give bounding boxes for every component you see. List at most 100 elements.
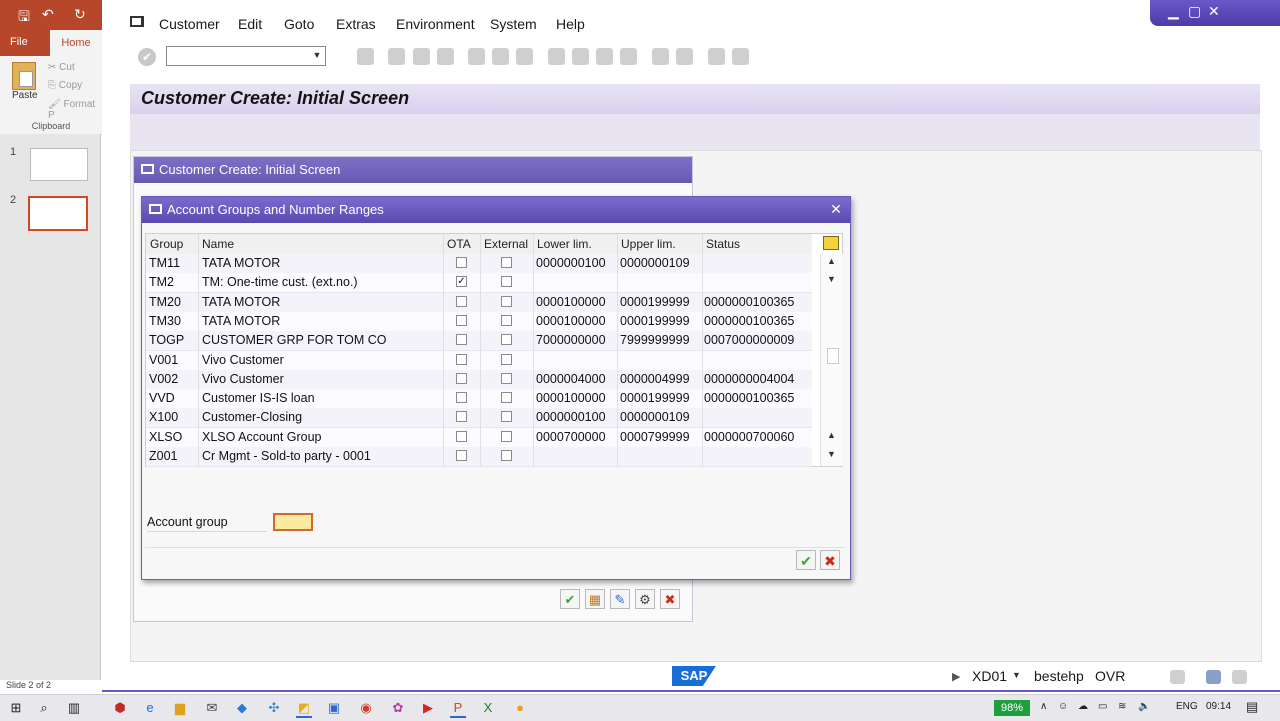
column-header-lower-limit[interactable]: Lower lim. [537, 237, 592, 251]
ota-checkbox[interactable] [456, 430, 467, 442]
table-row[interactable]: TOGP CUSTOMER GRP FOR TOM CO 7000000000 799… [146, 331, 812, 352]
scrollbar-thumb[interactable] [827, 348, 839, 364]
external-checkbox[interactable] [501, 411, 512, 423]
scroll-up-icon[interactable]: ▲ [827, 256, 836, 266]
find-icon[interactable] [492, 48, 509, 65]
ota-checkbox[interactable] [456, 314, 467, 326]
edit-icon[interactable]: ✎ [610, 589, 630, 609]
chevron-down-icon[interactable]: ▼ [310, 46, 324, 64]
menu-extras[interactable]: Extras [336, 16, 376, 32]
table-row[interactable]: TM30 TATA MOTOR 0000100000 0000199999 000000… [146, 311, 812, 332]
external-checkbox[interactable] [501, 276, 512, 288]
cancel-icon[interactable]: ✖ [660, 589, 680, 609]
save-icon[interactable] [357, 48, 374, 65]
column-header-external[interactable]: External [484, 237, 528, 251]
excel-icon[interactable]: X [480, 700, 496, 716]
cancel-button[interactable]: ✖ [820, 550, 840, 570]
chrome-icon[interactable]: ◉ [358, 700, 374, 716]
table-row[interactable]: TM20 TATA MOTOR 0000100000 0000199999 000000… [146, 292, 812, 313]
previous-page-icon[interactable] [572, 48, 589, 65]
slide-thumbnail-2[interactable] [28, 196, 88, 231]
continue-button[interactable]: ✔ [796, 550, 816, 570]
menu-help[interactable]: Help [556, 16, 585, 32]
ota-checkbox[interactable] [456, 411, 467, 423]
youtube-icon[interactable]: ▶ [420, 700, 436, 716]
table-row[interactable]: XLSO XLSO Account Group 0000700000 00007999… [146, 427, 812, 448]
column-header-ota[interactable]: OTA [447, 237, 471, 251]
edge-icon[interactable]: e [142, 700, 158, 716]
shortcut-icon[interactable] [676, 48, 693, 65]
tab-file[interactable]: File [10, 36, 28, 48]
external-checkbox[interactable] [501, 334, 512, 346]
wifi-icon[interactable]: ≋ [1118, 701, 1126, 712]
insert-mode[interactable]: OVR [1095, 668, 1125, 684]
layout-icon[interactable] [1232, 670, 1247, 684]
mail-icon[interactable]: ✉ [204, 700, 220, 716]
table-row[interactable]: V002 Vivo Customer 0000004000 0000004999 000… [146, 369, 812, 390]
scroll-down-icon[interactable]: ▼ [827, 274, 836, 284]
maximize-icon[interactable]: ▢ [1188, 3, 1201, 20]
sap-logon-icon[interactable]: ◩ [296, 700, 312, 718]
cut-button[interactable]: ✂ Cut [48, 62, 75, 73]
shield-icon[interactable]: ⬢ [112, 700, 128, 716]
windows-start-icon[interactable]: ⊞ [8, 700, 24, 716]
table-row[interactable]: TM2 TM: One-time cust. (ext.no.) ✓ [146, 273, 812, 294]
column-header-upper-limit[interactable]: Upper lim. [621, 237, 676, 251]
continue-icon[interactable]: ✔ [560, 589, 580, 609]
table-row[interactable]: VVD Customer IS-IS loan 0000100000 00001999… [146, 389, 812, 410]
external-checkbox[interactable] [501, 257, 512, 268]
menu-edit[interactable]: Edit [238, 16, 262, 32]
app-icon[interactable]: ◆ [234, 700, 250, 716]
app-icon[interactable]: ● [512, 700, 528, 716]
external-checkbox[interactable] [501, 450, 512, 461]
search-icon[interactable]: ⌕ [36, 700, 52, 716]
ota-checkbox[interactable] [456, 334, 467, 346]
print-icon[interactable] [468, 48, 485, 65]
back-icon[interactable] [388, 48, 405, 65]
undo-icon[interactable]: ↶ [42, 6, 54, 23]
paste-icon[interactable] [12, 62, 36, 90]
task-view-icon[interactable]: ▥ [66, 700, 82, 716]
lock-icon[interactable] [1206, 670, 1221, 684]
slide-thumbnail-1[interactable] [30, 148, 88, 181]
command-field[interactable] [166, 46, 326, 66]
external-checkbox[interactable] [501, 314, 512, 326]
ota-checkbox[interactable] [456, 450, 467, 461]
battery-indicator[interactable]: 98% [994, 700, 1030, 716]
table-row[interactable]: Z001 Cr Mgmt - Sold-to party - 0001 [146, 447, 812, 467]
powerpoint-icon[interactable]: P [450, 700, 466, 718]
menu-environment[interactable]: Environment [396, 16, 475, 32]
column-header-name[interactable]: Name [202, 237, 234, 251]
save-icon[interactable]: 🖫 [18, 6, 30, 30]
tab-home[interactable]: Home [50, 30, 102, 56]
copy-button[interactable]: ⎘ Copy [48, 80, 82, 91]
redo-icon[interactable]: ↻ [74, 6, 86, 23]
column-header-status[interactable]: Status [706, 237, 740, 251]
minimize-icon[interactable]: ▁ [1168, 3, 1179, 20]
external-checkbox[interactable] [501, 295, 512, 307]
system-id[interactable]: XD01 [972, 668, 1007, 684]
exit-icon[interactable] [413, 48, 430, 65]
external-checkbox[interactable] [501, 392, 512, 404]
volume-icon[interactable]: 🔈 [1138, 701, 1150, 712]
next-page-icon[interactable] [596, 48, 613, 65]
ota-checkbox[interactable] [456, 392, 467, 404]
format-painter-button[interactable]: 🖌 Format P [48, 99, 102, 121]
table-scrollbar[interactable]: ▲ ▼ ▲ ▼ [820, 254, 843, 466]
layout-menu-icon[interactable] [732, 48, 749, 65]
find-next-icon[interactable] [516, 48, 533, 65]
cancel-icon[interactable] [437, 48, 454, 65]
external-checkbox[interactable] [501, 372, 512, 384]
menu-system[interactable]: System [490, 16, 537, 32]
table-row[interactable]: TM11 TATA MOTOR 0000000100 0000000109 [146, 254, 812, 274]
chevron-down-icon[interactable]: ▼ [1012, 670, 1021, 680]
table-row[interactable]: X100 Customer-Closing 0000000100 0000000109 [146, 408, 812, 429]
last-page-icon[interactable] [620, 48, 637, 65]
notifications-icon[interactable]: ▤ [1246, 699, 1258, 715]
table-settings-icon[interactable] [823, 236, 839, 250]
ota-checkbox[interactable] [456, 353, 467, 365]
battery-icon[interactable]: ▭ [1098, 701, 1107, 712]
create-with-reference-icon[interactable]: ▦ [585, 589, 605, 609]
scroll-down-icon[interactable]: ▼ [827, 449, 836, 459]
external-checkbox[interactable] [501, 353, 512, 365]
